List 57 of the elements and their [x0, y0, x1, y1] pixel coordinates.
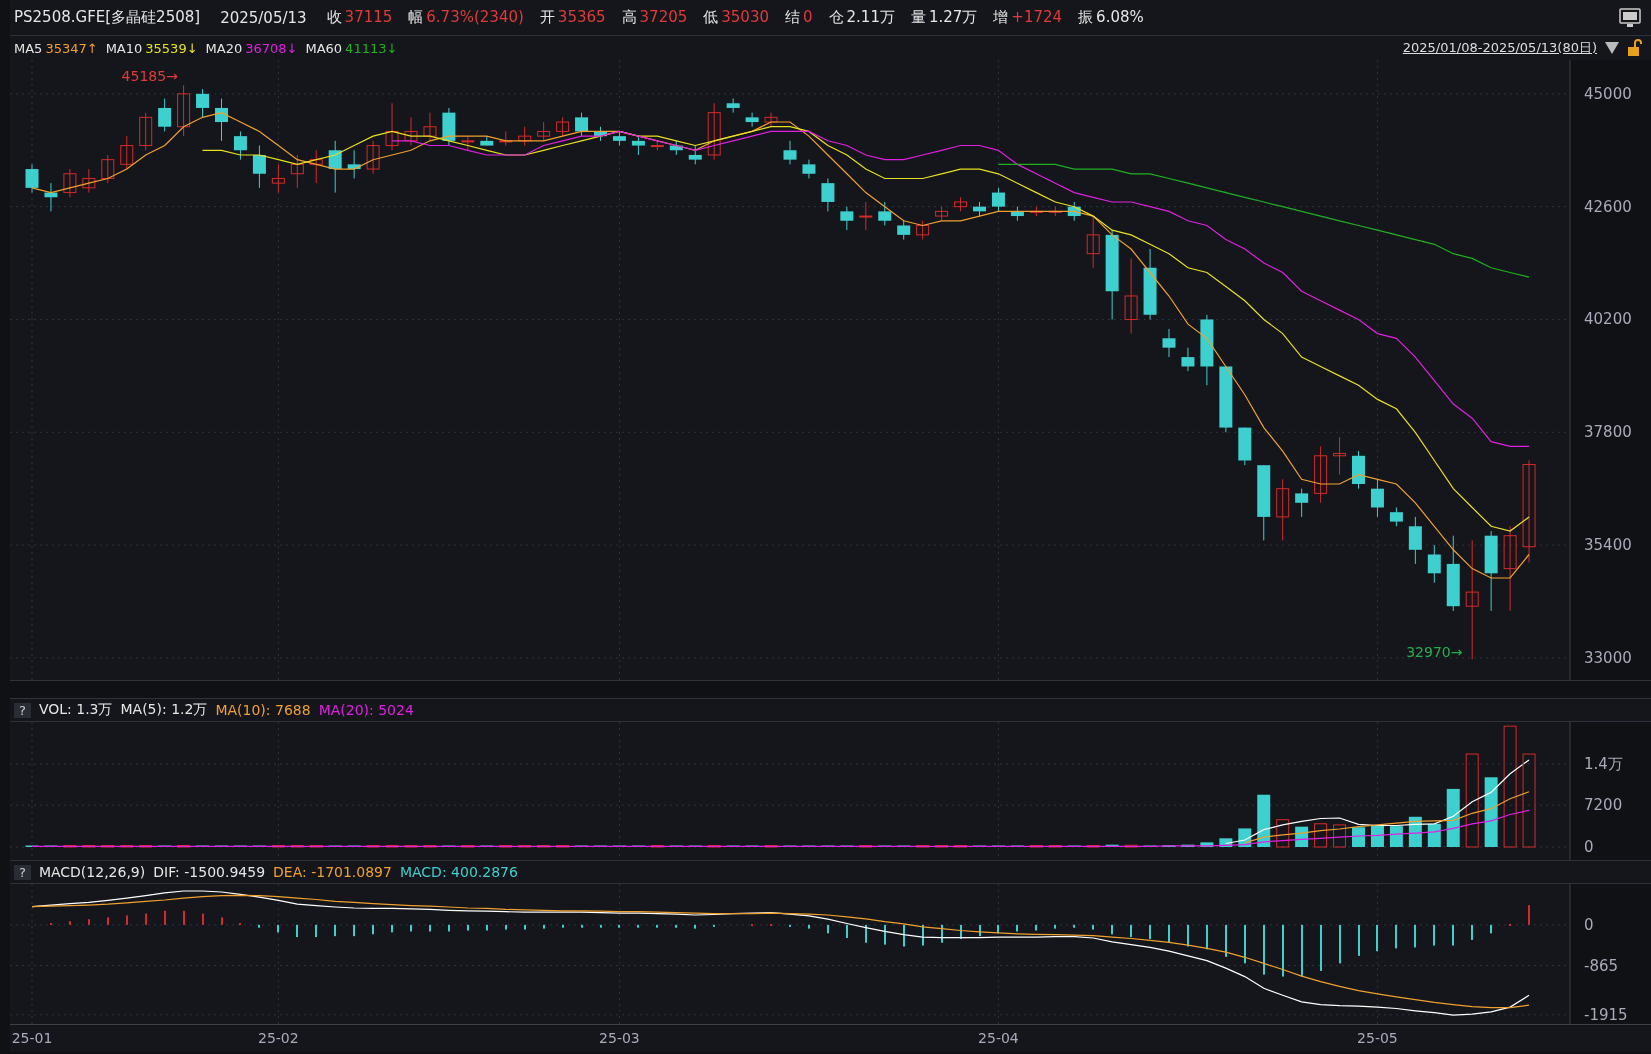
axis-label: 0 — [1584, 838, 1594, 856]
axis-label: 1.4万 — [1584, 755, 1623, 773]
date-label: 25-05 — [1357, 1030, 1398, 1046]
field-value: 6.08% — [1096, 8, 1144, 27]
field-label: 量 — [910, 8, 926, 27]
field-value: +1724 — [1011, 8, 1063, 27]
field-value: 0 — [803, 8, 813, 27]
field-label: 幅 — [408, 8, 424, 27]
date-label: 25-04 — [978, 1030, 1019, 1046]
field-value: 6.73%(2340) — [426, 8, 524, 27]
date-label: 25-01 — [11, 1030, 53, 1046]
axis-label: 40200 — [1584, 310, 1632, 329]
ma-value: 35347↑ — [45, 40, 98, 56]
ma-value: 35539↓ — [145, 40, 198, 56]
ma-value: 41113↓ — [345, 40, 398, 56]
ma-label: MA20 — [205, 40, 243, 56]
axis-label: 33000 — [1584, 648, 1632, 667]
legend-text: MACD: 400.2876 — [399, 864, 518, 880]
field-label: 振 — [1078, 8, 1094, 27]
legend-text: DEA: -1701.0897 — [273, 864, 392, 880]
legend-text: MA(20): 5024 — [318, 702, 414, 718]
field-label: 收 — [326, 8, 342, 27]
ma-value: 36708↓ — [245, 40, 298, 56]
axis-label: 45000 — [1584, 84, 1632, 103]
field-label: 结 — [785, 8, 800, 27]
legend-text: MA(10): 7688 — [215, 702, 311, 718]
field-label: 仓 — [828, 8, 844, 27]
axis-label: 0 — [1584, 915, 1594, 934]
field-value: 2.11万 — [846, 8, 895, 27]
axis-label: 37800 — [1584, 423, 1632, 442]
ma-label: MA60 — [305, 40, 343, 56]
contract-symbol: PS2508.GFE[多晶硅2508] — [14, 8, 201, 27]
field-label: 高 — [621, 8, 637, 27]
axis-label: 35400 — [1584, 536, 1632, 555]
axis-label: -865 — [1584, 956, 1619, 975]
date-label: 25-02 — [258, 1030, 299, 1046]
field-label: 增 — [993, 8, 1009, 27]
ma-label: MA10 — [105, 40, 143, 56]
indicator-title: MACD(12,26,9) — [38, 864, 146, 880]
axis-label: 7200 — [1584, 796, 1623, 815]
legend-text: VOL: 1.3万 — [38, 701, 113, 719]
field-label: 开 — [539, 8, 555, 27]
axis-label: -1915 — [1584, 1005, 1628, 1024]
ma-label: MA5 — [14, 40, 43, 56]
legend-text: MA(5): 1.2万 — [120, 701, 208, 719]
field-value: 35365 — [557, 8, 606, 27]
high-price-marker: 45185→ — [121, 68, 178, 85]
field-value: 35030 — [721, 8, 769, 27]
date-label: 25-03 — [599, 1030, 640, 1046]
field-value: 1.27万 — [928, 8, 978, 27]
low-price-marker: 32970→ — [1406, 644, 1463, 661]
field-label: 低 — [703, 8, 719, 27]
field-value: 37205 — [639, 8, 688, 27]
quote-date: 2025/05/13 — [220, 8, 307, 27]
axis-label: 42600 — [1584, 197, 1632, 216]
legend-text: DIF: -1500.9459 — [153, 864, 266, 880]
field-value: 37115 — [344, 8, 393, 27]
